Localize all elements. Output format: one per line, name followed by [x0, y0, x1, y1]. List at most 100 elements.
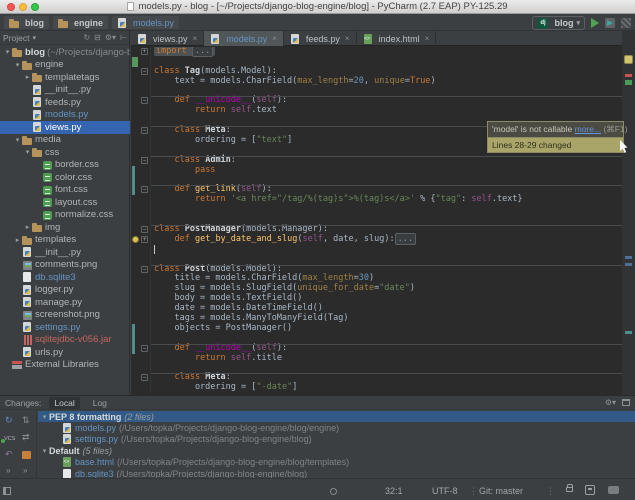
tree-item-views-py[interactable]: views.py: [0, 121, 130, 134]
editor-gutter[interactable]: [131, 354, 151, 364]
editor-gutter[interactable]: −: [131, 156, 151, 166]
editor-gutter[interactable]: −: [131, 344, 151, 354]
code-line[interactable]: objects = PostManager(): [131, 324, 622, 334]
fold-collapse-icon[interactable]: −: [141, 157, 148, 164]
tool-window-toggle-icon[interactable]: [3, 487, 11, 495]
editor-gutter[interactable]: [131, 146, 151, 156]
folded-import-region[interactable]: import ...: [154, 47, 215, 56]
editor-gutter[interactable]: [131, 116, 151, 126]
tree-item--init-py[interactable]: __init__.py: [0, 246, 130, 259]
expand-arrow-icon[interactable]: ▾: [23, 148, 32, 156]
tree-item-blog[interactable]: ▾blog (~/Projects/django-blog: [0, 46, 130, 59]
editor-gutter[interactable]: −: [131, 185, 151, 195]
fold-collapse-icon[interactable]: −: [141, 186, 148, 193]
editor-gutter[interactable]: [131, 255, 151, 265]
code-line[interactable]: text = models.CharField(max_length=20, u…: [131, 77, 622, 87]
tree-item-comments-png[interactable]: comments.png: [0, 259, 130, 272]
tree-item--init-py[interactable]: __init__.py: [0, 84, 130, 97]
breadcrumb-item[interactable]: models.py: [112, 16, 179, 29]
editor-gutter[interactable]: [131, 205, 151, 215]
tree-item-manage-py[interactable]: manage.py: [0, 296, 130, 309]
editor-gutter[interactable]: [131, 274, 151, 284]
editor-gutter[interactable]: −: [131, 373, 151, 383]
editor-gutter[interactable]: −: [131, 96, 151, 106]
code-line[interactable]: return self.text: [131, 106, 622, 116]
expand-arrow-icon[interactable]: ▸: [23, 73, 32, 81]
tree-item-sqlitejdbc-v056-jar[interactable]: sqlitejdbc-v056.jar: [0, 334, 130, 347]
expand-arrow-icon[interactable]: ▾: [13, 61, 22, 69]
editor-tab-models-py[interactable]: models.py×: [204, 31, 284, 46]
tree-item-border-css[interactable]: border.css: [0, 159, 130, 172]
chevron-down-icon[interactable]: ▾: [32, 34, 36, 42]
editor-tab-index-html[interactable]: index.html×: [357, 31, 437, 46]
editor-gutter[interactable]: [131, 324, 151, 334]
tree-item-templatetags[interactable]: ▸templatetags: [0, 71, 130, 84]
error-stripe[interactable]: [622, 31, 635, 395]
tree-item-templates[interactable]: ▸templates: [0, 234, 130, 247]
tree-item-layout-css[interactable]: layout.css: [0, 196, 130, 209]
editor-gutter[interactable]: [131, 195, 151, 205]
editor-tab-views-py[interactable]: views.py×: [131, 31, 204, 46]
code-editor[interactable]: +import ...−class Tag(models.Model): tex…: [131, 47, 622, 395]
tree-item-normalize-css[interactable]: normalize.css: [0, 209, 130, 222]
fold-collapse-icon[interactable]: −: [141, 374, 148, 381]
breadcrumb-item[interactable]: engine: [53, 16, 108, 29]
tree-item-engine[interactable]: ▾engine: [0, 59, 130, 72]
commit-icon[interactable]: VCS: [4, 432, 15, 442]
editor-gutter[interactable]: +: [131, 235, 151, 245]
expand-collapse-icon[interactable]: ⇅: [22, 415, 30, 426]
file-encoding[interactable]: UTF-8: [432, 486, 458, 496]
fold-collapse-icon[interactable]: −: [141, 345, 148, 352]
run-coverage-button[interactable]: [605, 18, 615, 28]
editor-gutter[interactable]: [131, 215, 151, 225]
expand-arrow-icon[interactable]: ▾: [40, 447, 49, 455]
tree-item-screenshot-png[interactable]: screenshot.png: [0, 309, 130, 322]
editor-tab-feeds-py[interactable]: feeds.py×: [284, 31, 357, 46]
fold-collapse-icon[interactable]: −: [141, 127, 148, 134]
editor-gutter[interactable]: −: [131, 67, 151, 77]
diff-icon[interactable]: ⇄: [22, 432, 30, 443]
revert-icon[interactable]: ↶: [5, 449, 13, 460]
hector-inspector-icon[interactable]: [585, 485, 595, 495]
editor-gutter[interactable]: [131, 304, 151, 314]
editor-gutter[interactable]: [131, 176, 151, 186]
hide-icon[interactable]: ⊢: [120, 33, 127, 42]
changed-file-row[interactable]: base.html(/Users/topka/Projects/django-b…: [38, 457, 635, 468]
editor-gutter[interactable]: [131, 245, 151, 255]
editor-gutter[interactable]: [131, 314, 151, 324]
notifications-icon[interactable]: [608, 486, 619, 494]
tab-local[interactable]: Local: [49, 397, 79, 409]
editor-gutter[interactable]: −: [131, 225, 151, 235]
code-line[interactable]: + def get_by_date_and_slug(self, date, s…: [131, 235, 622, 245]
run-configuration-select[interactable]: dj blog ▾: [532, 16, 585, 30]
project-panel-title[interactable]: Project: [3, 33, 29, 43]
editor-gutter[interactable]: [131, 166, 151, 176]
editor-gutter[interactable]: [131, 136, 151, 146]
editor-gutter[interactable]: [131, 383, 151, 393]
editor-gutter[interactable]: −: [131, 265, 151, 275]
expand-arrow-icon[interactable]: ▾: [13, 136, 22, 144]
editor-gutter[interactable]: [131, 284, 151, 294]
tree-item-external-libraries[interactable]: External Libraries: [0, 359, 130, 372]
more-link[interactable]: more...: [575, 124, 601, 134]
settings-icon[interactable]: ⚙▾: [105, 33, 116, 42]
intention-bulb-icon[interactable]: [132, 236, 139, 243]
fold-collapse-icon[interactable]: −: [141, 266, 148, 273]
settings-icon[interactable]: ⚙▾: [605, 398, 616, 407]
close-icon[interactable]: ×: [345, 34, 350, 43]
tree-item-feeds-py[interactable]: feeds.py: [0, 96, 130, 109]
error-mark[interactable]: [625, 74, 632, 77]
run-button[interactable]: [591, 18, 599, 28]
fold-collapse-icon[interactable]: −: [141, 97, 148, 104]
code-line[interactable]: [131, 245, 622, 255]
changed-file-row[interactable]: settings.py(/Users/topka/Projects/django…: [38, 434, 635, 445]
editor-gutter[interactable]: [131, 77, 151, 87]
more-actions-icon[interactable]: »: [23, 466, 27, 475]
changed-file-row[interactable]: models.py(/Users/topka/Projects/django-b…: [38, 422, 635, 433]
dock-icon[interactable]: [622, 399, 630, 406]
editor-gutter[interactable]: [131, 334, 151, 344]
editor-gutter[interactable]: [131, 87, 151, 97]
breadcrumb-item[interactable]: blog: [4, 16, 49, 29]
vcs-branch[interactable]: Git: master: [479, 486, 523, 496]
editor-gutter[interactable]: +: [131, 47, 151, 57]
